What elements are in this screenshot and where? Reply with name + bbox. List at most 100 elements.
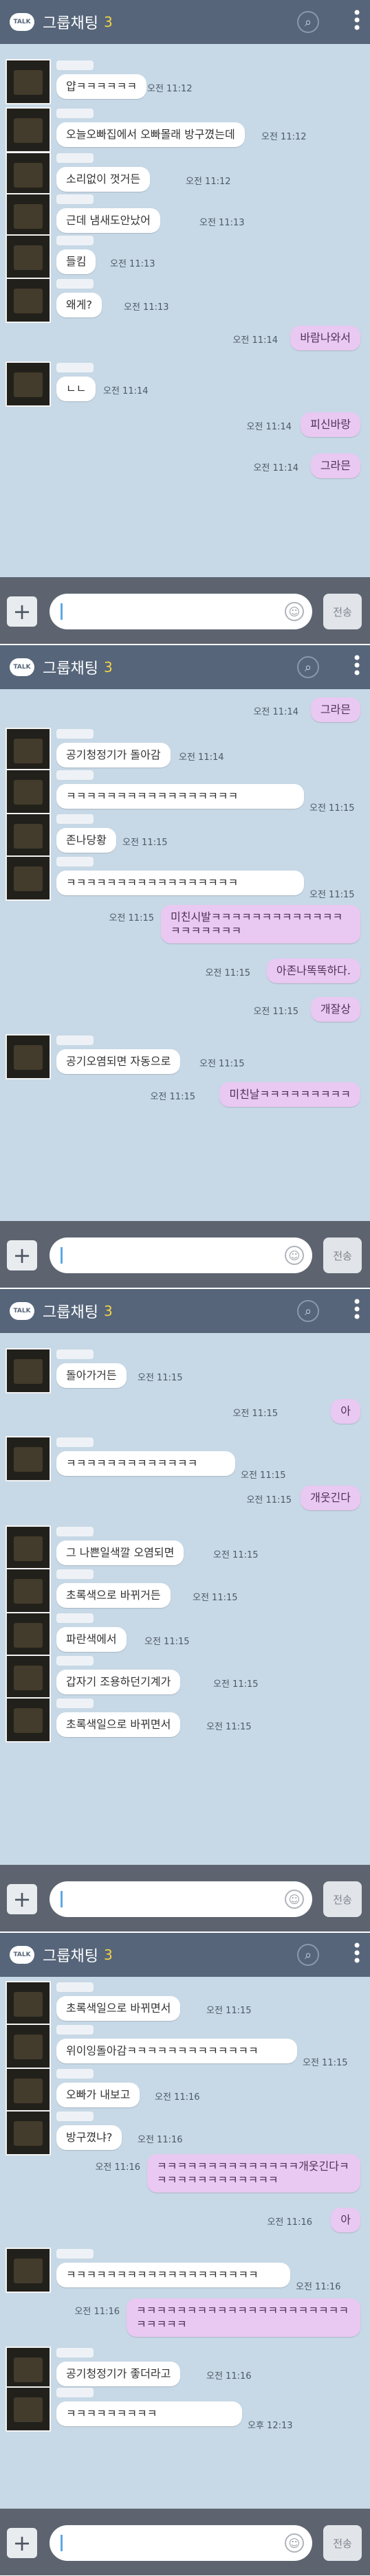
- message-list[interactable]: 그라믄 오전 11:14 공기청정기가 돌아감 오전 11:14 ㅋㅋㅋㅋㅋㅋㅋㅋㅋㅋㅋ…: [0, 689, 370, 1222]
- avatar[interactable]: [6, 2347, 51, 2392]
- avatar[interactable]: [6, 1034, 51, 1079]
- send-button[interactable]: 전송: [323, 1237, 362, 1273]
- avatar[interactable]: [6, 1981, 51, 2026]
- search-icon[interactable]: ⌕: [297, 11, 319, 33]
- friend-message-bubble[interactable]: 공기청정기가 좋더라고: [56, 2362, 181, 2386]
- message-time: 오전 11:15: [213, 1679, 259, 1690]
- friend-message-bubble[interactable]: ㅋㅋㅋㅋㅋㅋㅋㅋㅋ: [56, 2401, 242, 2426]
- friend-message-bubble[interactable]: 왜게?: [56, 293, 102, 317]
- my-message-bubble[interactable]: 그라믄: [310, 453, 360, 478]
- more-vertical-icon[interactable]: • • •: [352, 1294, 362, 1325]
- avatar[interactable]: [6, 59, 51, 104]
- avatar[interactable]: [6, 813, 51, 858]
- friend-message-bubble[interactable]: 갑자기 조용하던기계가: [56, 1670, 181, 1694]
- friend-message-bubble[interactable]: 그 나쁜일색깔 오염되면: [56, 1541, 184, 1565]
- friend-message-bubble[interactable]: 소리없이 껏거든: [56, 167, 151, 192]
- avatar[interactable]: [6, 1612, 51, 1657]
- avatar[interactable]: [6, 234, 51, 280]
- avatar[interactable]: [6, 1655, 51, 1700]
- friend-message-bubble[interactable]: 오늘오빠집에서 오빠몰래 방구꼈는데: [56, 122, 245, 147]
- friend-message-bubble[interactable]: 얍ㅋㅋㅋㅋㅋㅋ: [56, 74, 147, 99]
- plus-icon[interactable]: +: [7, 596, 37, 627]
- avatar[interactable]: [6, 2110, 51, 2155]
- friend-message-bubble[interactable]: 오빠가 내보고: [56, 2083, 140, 2107]
- send-button[interactable]: 전송: [323, 1881, 362, 1917]
- friend-message-bubble[interactable]: 공기청정기가 돌아감: [56, 743, 171, 768]
- emoticon-icon[interactable]: ☺: [285, 1890, 304, 1909]
- avatar[interactable]: [6, 728, 51, 773]
- sender-name-blurred: [56, 729, 94, 739]
- message-input[interactable]: ☺: [50, 1881, 312, 1917]
- avatar[interactable]: [6, 1568, 51, 1613]
- friend-message-bubble[interactable]: 초록색일으로 바뀌면서: [56, 1712, 181, 1737]
- my-message-bubble[interactable]: 그라믄: [310, 697, 360, 722]
- plus-icon[interactable]: +: [7, 1240, 37, 1270]
- emoticon-icon[interactable]: ☺: [285, 2533, 304, 2553]
- avatar[interactable]: [6, 152, 51, 197]
- message-time: 오전 11:16: [74, 2307, 120, 2317]
- plus-icon[interactable]: +: [7, 2528, 37, 2558]
- more-vertical-icon[interactable]: • • •: [352, 1938, 362, 1969]
- my-message-bubble[interactable]: 아: [331, 2208, 360, 2232]
- avatar[interactable]: [6, 1348, 51, 1393]
- my-message-bubble[interactable]: 피신바랑: [301, 412, 360, 437]
- search-icon[interactable]: ⌕: [297, 1944, 319, 1966]
- message-input[interactable]: ☺: [50, 594, 312, 629]
- my-message-bubble[interactable]: 미친시발ㅋㅋㅋㅋㅋㅋㅋㅋㅋㅋㅋㅋㅋㅋㅋㅋㅋㅋㅋㅋ: [161, 905, 360, 943]
- avatar[interactable]: [6, 1525, 51, 1571]
- avatar[interactable]: [6, 2386, 51, 2432]
- friend-message-bubble[interactable]: ㅋㅋㅋㅋㅋㅋㅋㅋㅋㅋㅋㅋㅋ: [56, 1451, 235, 1476]
- friend-message-bubble[interactable]: 위이잉돌아감ㅋㅋㅋㅋㅋㅋㅋㅋㅋㅋㅋㅋㅋ: [56, 2039, 297, 2063]
- friend-message-bubble[interactable]: 들킴: [56, 249, 96, 274]
- my-message-bubble[interactable]: 아존나똑똑하다.: [266, 959, 360, 983]
- friend-message-bubble[interactable]: 파란색에서: [56, 1627, 127, 1652]
- emoticon-icon[interactable]: ☺: [285, 1246, 304, 1265]
- friend-message-bubble[interactable]: 돌아가거든: [56, 1363, 127, 1388]
- avatar[interactable]: [6, 769, 51, 814]
- avatar[interactable]: [6, 1436, 51, 1481]
- my-message-bubble[interactable]: 개웃긴다: [301, 1486, 360, 1510]
- message-list[interactable]: 초록색일으로 바뀌면서 오전 11:15 위이잉돌아감ㅋㅋㅋㅋㅋㅋㅋㅋㅋㅋㅋㅋㅋ 오전…: [0, 1977, 370, 2510]
- avatar[interactable]: [6, 107, 51, 153]
- friend-message-bubble[interactable]: ㅋㅋㅋㅋㅋㅋㅋㅋㅋㅋㅋㅋㅋㅋㅋㅋㅋ: [56, 871, 304, 895]
- message-list[interactable]: 얍ㅋㅋㅋㅋㅋㅋ 오전 11:12 오늘오빠집에서 오빠몰래 방구꼈는데 오전 11:1…: [0, 44, 370, 577]
- friend-message-bubble[interactable]: 공기오염되면 자동으로: [56, 1049, 181, 1074]
- avatar[interactable]: [6, 855, 51, 901]
- avatar[interactable]: [6, 2024, 51, 2069]
- avatar[interactable]: [6, 361, 51, 407]
- friend-message-bubble[interactable]: ㅋㅋㅋㅋㅋㅋㅋㅋㅋㅋㅋㅋㅋㅋㅋㅋㅋ: [56, 784, 304, 809]
- message-time: 오전 11:15: [138, 1373, 183, 1383]
- avatar[interactable]: [6, 1697, 51, 1743]
- friend-message-bubble[interactable]: 초록색일으로 바뀌면서: [56, 1996, 181, 2021]
- my-message-bubble[interactable]: ㅋㅋㅋㅋㅋㅋㅋㅋㅋㅋㅋㅋㅋㅋ개웃긴다ㅋㅋㅋㅋㅋㅋㅋㅋㅋㅋㅋㅋㅋ: [147, 2154, 360, 2193]
- avatar[interactable]: [6, 278, 51, 323]
- my-message-bubble[interactable]: 개잘상: [310, 997, 360, 1022]
- avatar[interactable]: [6, 2068, 51, 2113]
- friend-message-bubble[interactable]: 방구꼈냐?: [56, 2125, 122, 2150]
- sender-name-blurred: [56, 60, 94, 70]
- my-message-bubble[interactable]: 아: [331, 1399, 360, 1424]
- my-message-bubble[interactable]: 바람나와서: [290, 326, 360, 350]
- friend-message-bubble[interactable]: ㄴㄴ: [56, 377, 96, 401]
- message-list[interactable]: 돌아가거든 오전 11:15 아 오전 11:15 ㅋㅋㅋㅋㅋㅋㅋㅋㅋㅋㅋㅋㅋ 오전 11…: [0, 1333, 370, 1866]
- friend-message-bubble[interactable]: 근데 냄새도안났어: [56, 208, 160, 233]
- friend-message-bubble[interactable]: 존나당황: [56, 828, 116, 853]
- emoticon-icon[interactable]: ☺: [285, 602, 304, 621]
- send-button[interactable]: 전송: [323, 2525, 362, 2561]
- more-vertical-icon[interactable]: • • •: [352, 650, 362, 682]
- search-icon[interactable]: ⌕: [297, 656, 319, 678]
- avatar[interactable]: [6, 193, 51, 238]
- more-vertical-icon[interactable]: • • •: [352, 5, 362, 36]
- friend-message-bubble[interactable]: ㅋㅋㅋㅋㅋㅋㅋㅋㅋㅋㅋㅋㅋㅋㅋㅋㅋㅋㅋ: [56, 2263, 290, 2287]
- message-input[interactable]: ☺: [50, 1237, 312, 1273]
- search-icon[interactable]: ⌕: [297, 1300, 319, 1322]
- message-input[interactable]: ☺: [50, 2525, 312, 2561]
- message-time: 오전 11:13: [110, 259, 155, 269]
- send-button[interactable]: 전송: [323, 594, 362, 629]
- my-message-bubble[interactable]: ㅋㅋㅋㅋㅋㅋㅋㅋㅋㅋㅋㅋㅋㅋㅋㅋㅋㅋㅋㅋㅋㅋㅋㅋㅋㅋ: [127, 2298, 360, 2337]
- avatar[interactable]: [6, 2248, 51, 2293]
- plus-icon[interactable]: +: [7, 1884, 37, 1914]
- friend-message-bubble[interactable]: 초록색으로 바뀌거든: [56, 1583, 171, 1608]
- chat-screen: TALK 그룹채팅 3 ⌕ • • • 돌아가거든 오전 11:15 아 오전 11:15 ㅋㅋㅋㅋㅋ…: [0, 1288, 370, 1931]
- my-message-bubble[interactable]: 미친날ㅋㅋㅋㅋㅋㅋㅋㅋㅋ: [219, 1082, 360, 1107]
